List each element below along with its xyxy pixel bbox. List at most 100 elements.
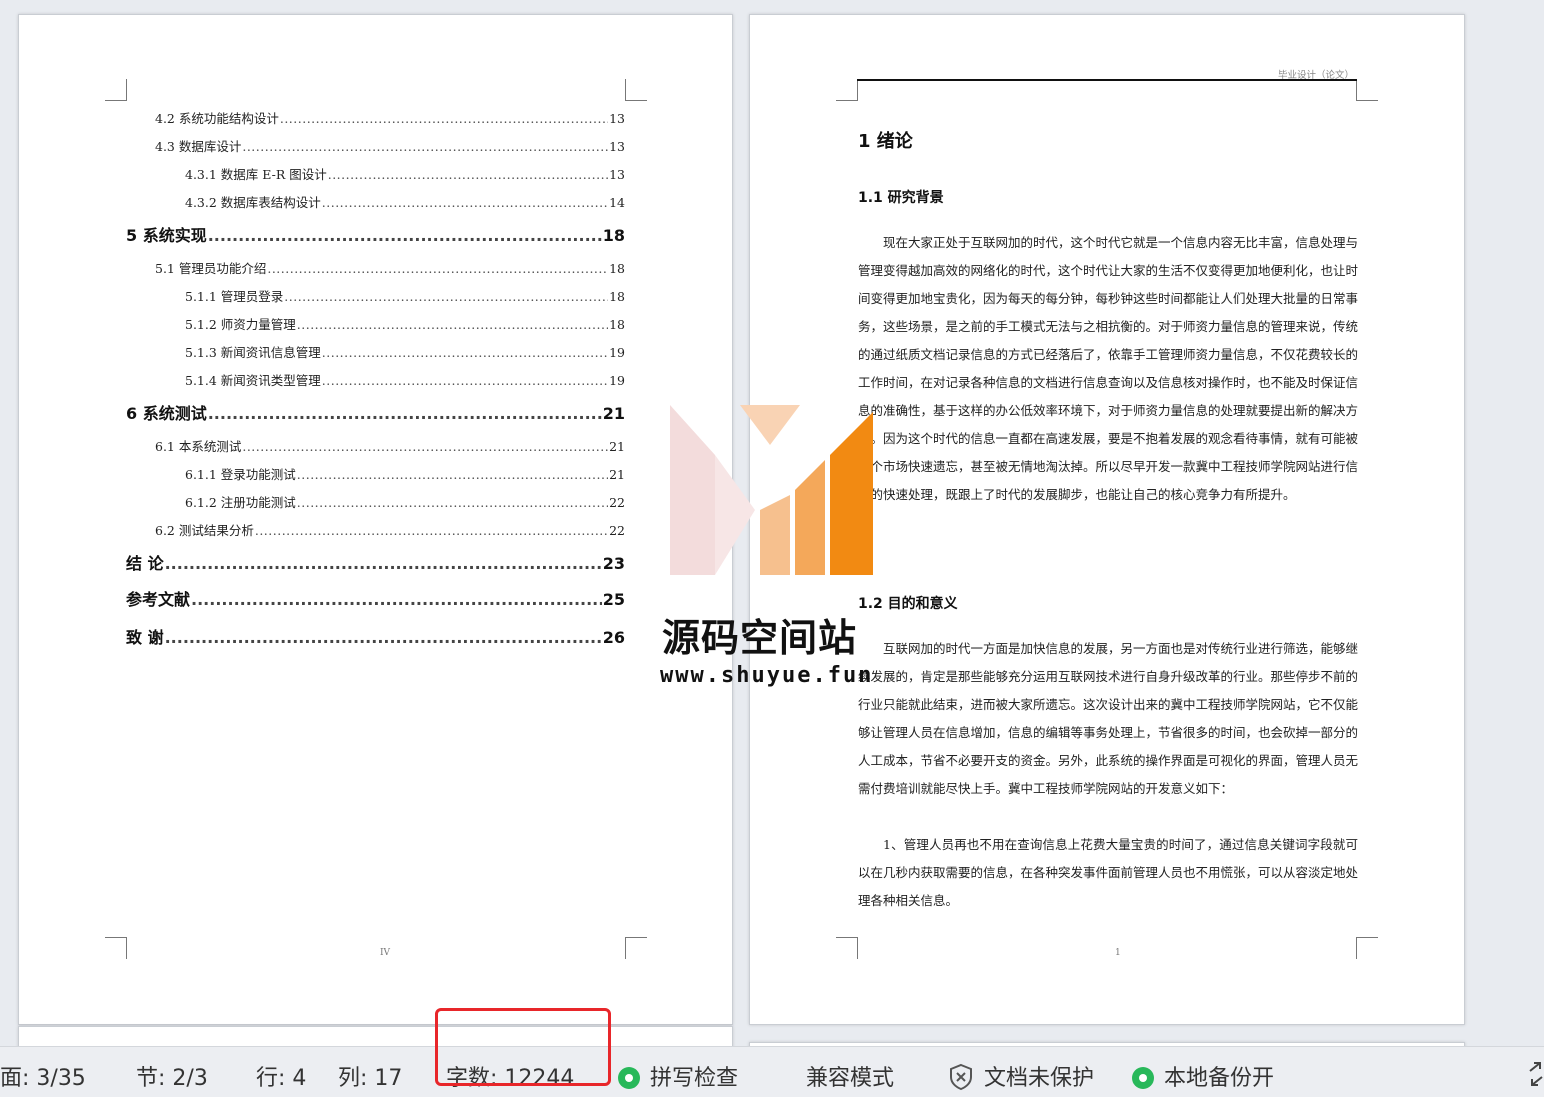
toc-entry-page: 18 xyxy=(609,261,625,276)
toc-entry-title: 4.3 数据库设计 xyxy=(155,139,242,154)
toc-entry-page: 13 xyxy=(609,167,625,182)
toc-entry-page: 22 xyxy=(609,495,625,510)
fullscreen-icon[interactable] xyxy=(1528,1061,1544,1087)
toc-entry[interactable]: 4.3.2 数据库表结构设计 14 xyxy=(185,192,625,211)
document-page-left[interactable]: 4.2 系统功能结构设计134.3 数据库设计134.3.1 数据库 E-R 图… xyxy=(18,14,733,1025)
toc-entry[interactable]: 5.1.2 师资力量管理 18 xyxy=(185,314,625,333)
watermark-title: 源码空间站 xyxy=(662,616,858,660)
toc-entry-title: 4.3.2 数据库表结构设计 xyxy=(185,195,321,210)
toc-leader-dots xyxy=(242,439,608,454)
check-circle-icon xyxy=(1132,1067,1154,1089)
toc-leader-dots xyxy=(165,628,602,647)
toc-leader-dots xyxy=(322,345,608,360)
word-count-highlight xyxy=(435,1008,611,1086)
toc-leader-dots xyxy=(322,373,608,388)
toc-entry[interactable]: 4.3.1 数据库 E-R 图设计 13 xyxy=(185,164,625,183)
body-paragraph: 现在大家正处于互联网加的时代，这个时代它就是一个信息内容无比丰富，信息处理与管理… xyxy=(858,235,1359,502)
toc-entry-page: 13 xyxy=(609,139,625,154)
toc-entry[interactable]: 结 论 23 xyxy=(126,550,625,574)
toc-entry-page: 18 xyxy=(602,226,625,245)
toc-leader-dots xyxy=(208,404,602,423)
status-column[interactable]: 列: 17 xyxy=(338,1060,402,1092)
toc-leader-dots xyxy=(280,111,608,126)
toc-entry[interactable]: 致 谢 26 xyxy=(126,624,625,648)
spell-check-label: 拼写检查 xyxy=(650,1066,739,1091)
toc-entry[interactable]: 5 系统实现 18 xyxy=(126,222,625,246)
page-number: 1 xyxy=(1115,948,1121,958)
toc-entry-title: 6.1.1 登录功能测试 xyxy=(185,467,296,482)
toc-entry-page: 19 xyxy=(609,373,625,388)
watermark-url: www.shuyue.fun xyxy=(660,663,874,688)
check-circle-icon xyxy=(618,1067,640,1089)
chapter-heading: 1 绪论 xyxy=(858,131,913,152)
status-section[interactable]: 节: 2/3 xyxy=(136,1060,208,1092)
status-page-count[interactable]: 面: 3/35 xyxy=(0,1060,86,1092)
toc-entry-title: 4.2 系统功能结构设计 xyxy=(155,111,279,126)
toc-entry-page: 13 xyxy=(609,111,625,126)
toc-entry[interactable]: 5.1 管理员功能介绍 18 xyxy=(155,258,625,277)
toc-entry-title: 致 谢 xyxy=(126,628,164,647)
body-paragraph: 1、管理人员再也不用在查询信息上花费大量宝贵的时间了，通过信息关键词字段就可以在… xyxy=(858,837,1359,908)
toc-entry-page: 18 xyxy=(609,289,625,304)
toc-entry-title: 5.1.4 新闻资讯类型管理 xyxy=(185,373,321,388)
toc-entry[interactable]: 6.1.2 注册功能测试 22 xyxy=(185,492,625,511)
toc-entry[interactable]: 4.3 数据库设计 13 xyxy=(155,136,625,155)
toc-leader-dots xyxy=(267,261,608,276)
crop-mark xyxy=(625,937,647,959)
toc-leader-dots xyxy=(297,467,608,482)
crop-mark xyxy=(105,79,127,101)
toc-entry-title: 5.1 管理员功能介绍 xyxy=(155,261,267,276)
doc-protect-label: 文档未保护 xyxy=(984,1066,1095,1091)
spell-check-button[interactable]: 拼写检查 xyxy=(618,1060,738,1092)
toc-entry[interactable]: 5.1.1 管理员登录 18 xyxy=(185,286,625,305)
body-paragraph: 互联网加的时代一方面是加快信息的发展，另一方面也是对传统行业进行筛选，能够继续发… xyxy=(858,641,1359,796)
toc-entry-page: 26 xyxy=(602,628,625,647)
toc-entry[interactable]: 5.1.3 新闻资讯信息管理 19 xyxy=(185,342,625,361)
toc-entry-title: 5.1.2 师资力量管理 xyxy=(185,317,296,332)
toc-entry[interactable]: 6.1.1 登录功能测试 21 xyxy=(185,464,625,483)
toc-entry-page: 21 xyxy=(609,439,625,454)
crop-mark xyxy=(625,79,647,101)
toc-entry[interactable]: 6.2 测试结果分析 22 xyxy=(155,520,625,539)
toc-entry[interactable]: 6 系统测试 21 xyxy=(126,400,625,424)
toc-entry[interactable]: 4.2 系统功能结构设计 13 xyxy=(155,108,625,127)
toc-leader-dots xyxy=(284,289,608,304)
status-row[interactable]: 行: 4 xyxy=(256,1060,306,1092)
toc-leader-dots xyxy=(208,226,602,245)
local-backup-button[interactable]: 本地备份开 xyxy=(1132,1060,1274,1092)
toc-leader-dots xyxy=(297,495,608,510)
crop-mark xyxy=(1356,937,1378,959)
toc-entry-title: 6.1 本系统测试 xyxy=(155,439,242,454)
toc-entry[interactable]: 5.1.4 新闻资讯类型管理 19 xyxy=(185,370,625,389)
toc-entry-page: 19 xyxy=(609,345,625,360)
header-rule xyxy=(857,79,1357,81)
compat-mode-button[interactable]: 兼容模式 xyxy=(806,1060,894,1092)
toc-entry-title: 结 论 xyxy=(126,554,164,573)
toc-entry[interactable]: 参考文献 25 xyxy=(126,586,625,610)
toc-entry-title: 4.3.1 数据库 E-R 图设计 xyxy=(185,167,327,182)
toc-entry-title: 6.2 测试结果分析 xyxy=(155,523,254,538)
toc-entry-page: 21 xyxy=(602,404,625,423)
toc-leader-dots xyxy=(191,590,602,609)
toc-leader-dots xyxy=(328,167,608,182)
toc-leader-dots xyxy=(297,317,608,332)
crop-mark xyxy=(1356,79,1378,101)
section-heading: 1.1 研究背景 xyxy=(858,190,944,206)
doc-protect-button[interactable]: 文档未保护 xyxy=(948,1060,1094,1092)
toc-entry-page: 25 xyxy=(602,590,625,609)
local-backup-label: 本地备份开 xyxy=(1164,1066,1275,1091)
status-bar: 面: 3/35 节: 2/3 行: 4 列: 17 字数: 12244 拼写检查… xyxy=(0,1046,1544,1097)
toc-entry-page: 22 xyxy=(609,523,625,538)
toc-leader-dots xyxy=(255,523,608,538)
toc-leader-dots xyxy=(242,139,608,154)
toc-entry-title: 5.1.1 管理员登录 xyxy=(185,289,284,304)
toc-leader-dots xyxy=(322,195,608,210)
toc-entry-title: 参考文献 xyxy=(126,590,191,609)
toc-entry[interactable]: 6.1 本系统测试 21 xyxy=(155,436,625,455)
toc-entry-page: 21 xyxy=(609,467,625,482)
toc-leader-dots xyxy=(165,554,602,573)
crop-mark xyxy=(836,79,858,101)
toc-entry-title: 6 系统测试 xyxy=(126,404,207,423)
crop-mark xyxy=(105,937,127,959)
page-number: IV xyxy=(380,948,391,958)
